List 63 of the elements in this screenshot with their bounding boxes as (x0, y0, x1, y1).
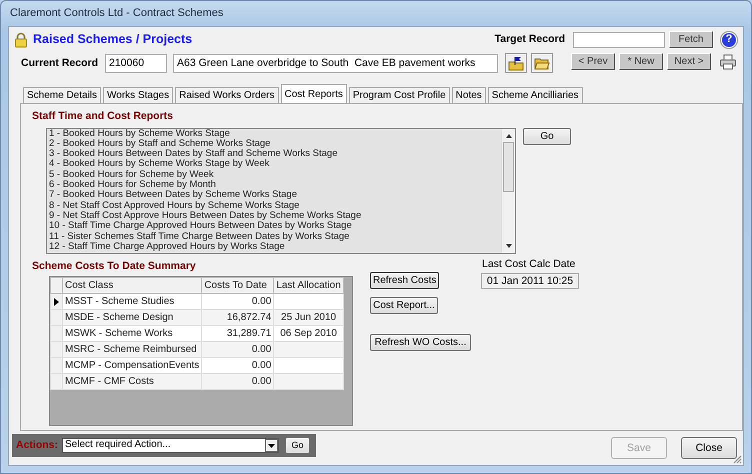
nav-button[interactable]: Next > (667, 53, 711, 70)
list-item[interactable]: 9 - Net Staff Cost Approve Hours Between Dates by Scheme Works Stage (49, 210, 499, 222)
record-id-field[interactable]: 210060 (105, 54, 167, 72)
tab[interactable]: Works Stages (103, 87, 174, 103)
list-item[interactable]: 10 - Staff Time Charge Approved Hours Between Dates by Works Stage (49, 221, 499, 232)
tab[interactable]: Notes (452, 87, 486, 103)
go-button[interactable]: Go (285, 436, 310, 454)
target-record-label: Target Record (494, 33, 565, 46)
list-item[interactable]: 2 - Booked Hours by Staff and Scheme Works Stage (49, 138, 499, 150)
column-header[interactable]: Costs To Date (202, 278, 274, 294)
record-description-field[interactable]: A63 Green Lane overbridge to South Cave EB pavement works (173, 54, 498, 72)
report-list[interactable] (46, 128, 516, 254)
list-item[interactable]: 11 - Sister Schemes Staff Time Charge Between Dates by Works Stage (49, 232, 499, 242)
actions-label: Actions: (16, 438, 58, 452)
table-cell: 0.00 (202, 342, 274, 358)
last-calc-label: Last Cost Calc Date (481, 258, 576, 270)
window-title: Claremont Controls Ltd - Contract Schemes (10, 6, 224, 20)
tab[interactable]: Cost Reports (280, 84, 347, 103)
cost-button[interactable]: Refresh WO Costs... (370, 334, 471, 351)
current-record-label: Current Record (20, 56, 100, 70)
list-item[interactable]: 6 - Booked Hours for Scheme by Month (49, 180, 499, 190)
list-item[interactable]: 1 - Booked Hours by Scheme Works Stage (49, 128, 499, 139)
go-button[interactable]: Go (523, 128, 571, 145)
section-title: Scheme Costs To Date Summary (32, 260, 197, 272)
nav-button[interactable]: < Prev (571, 53, 615, 70)
last-calc-date-field: 01 Jan 2011 10:25 (481, 273, 579, 290)
tab[interactable]: Scheme Details (23, 87, 102, 103)
table-cell: 0.00 (202, 374, 274, 390)
table-cell: MSRC - Scheme Reimbursed (62, 342, 202, 358)
list-item[interactable]: 12 - Staff Time Charge Approved Hours by Works Stage (49, 242, 499, 252)
folder-icon[interactable] (531, 53, 553, 73)
tab[interactable]: Scheme Ancilliaries (488, 87, 583, 103)
nav-button[interactable]: * New (619, 53, 663, 70)
list-item[interactable]: 4 - Booked Hours by Scheme Works Stage by Week (49, 159, 499, 170)
printer-icon[interactable] (719, 54, 737, 70)
column-header[interactable]: Cost Class (62, 278, 202, 294)
cost-button[interactable]: Cost Report... (370, 296, 438, 314)
column-header[interactable]: Last Allocation (274, 278, 344, 294)
cost-button[interactable]: Refresh Costs (370, 272, 440, 289)
resize-grip-icon (733, 455, 742, 464)
list-item[interactable]: 8 - Net Staff Cost Approved Hours by Scheme Works Stage (49, 200, 499, 211)
tab[interactable]: Raised Works Orders (175, 87, 278, 103)
section-title: Staff Time and Cost Reports (32, 110, 174, 123)
table-cell: MSDE - Scheme Design (62, 310, 202, 326)
scroll-down-icon[interactable] (504, 242, 512, 249)
page-title: Raised Schemes / Projects (33, 32, 192, 47)
tab[interactable]: Program Cost Profile (348, 87, 450, 103)
list-item[interactable]: 7 - Booked Hours Between Dates by Scheme Works Stage (49, 190, 499, 201)
table-cell: 16,872.74 (202, 310, 274, 326)
fetch-button[interactable]: Fetch (669, 31, 713, 48)
table-cell: 25 Jun 2010 (274, 310, 344, 326)
list-item[interactable]: 3 - Booked Hours Between Dates by Staff and Scheme Works Stage (49, 149, 499, 160)
scroll-up-icon[interactable] (504, 132, 512, 139)
flag-folder-icon[interactable] (505, 53, 527, 73)
table-cell: MCMF - CMF Costs (62, 374, 202, 390)
help-button[interactable]: ? (721, 32, 737, 48)
scrollbar[interactable] (501, 128, 515, 253)
dropdown-icon (265, 438, 278, 452)
padlock-icon (13, 32, 29, 48)
list-item[interactable]: 5 - Booked Hours for Scheme by Week (49, 170, 499, 180)
footer-button[interactable]: Close (681, 437, 737, 459)
action-dropdown[interactable]: Select required Action... (62, 438, 279, 452)
target-record-field[interactable] (573, 32, 665, 48)
